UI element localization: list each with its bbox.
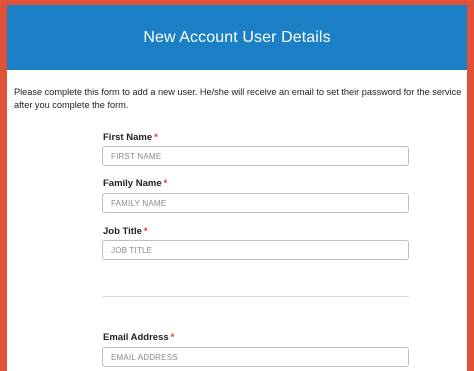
email-address-label: Email Address * [103,332,174,343]
family-name-label-text: Family Name [103,178,162,189]
job-title-label: Job Title * [103,226,148,237]
first-name-label: First Name * [103,132,158,143]
form-title: New Account User Details [143,28,331,46]
family-name-input[interactable] [102,193,409,213]
email-address-label-text: Email Address [103,332,169,343]
required-marker: * [154,132,158,143]
form-panel: New Account User Details Please complete… [7,5,467,371]
job-title-label-text: Job Title [103,226,142,237]
section-divider [102,296,409,297]
form-instructions: Please complete this form to add a new u… [14,87,462,110]
email-address-input[interactable] [102,347,409,367]
first-name-label-text: First Name [103,132,153,143]
required-marker: * [143,226,148,237]
first-name-input[interactable] [102,146,409,166]
required-marker: * [163,178,168,189]
form-header: New Account User Details [7,5,467,70]
job-title-input[interactable] [102,240,409,260]
family-name-label: Family Name * [103,178,167,189]
required-marker: * [170,332,175,343]
